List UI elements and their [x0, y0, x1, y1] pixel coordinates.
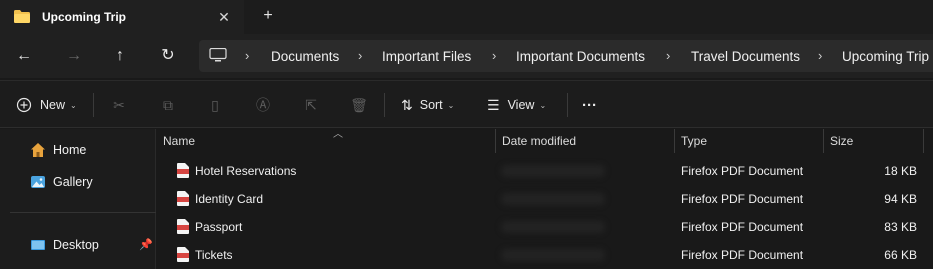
pdf-icon — [177, 163, 189, 178]
file-type: Firefox PDF Document — [681, 164, 804, 178]
new-tab-button[interactable]: + — [258, 6, 278, 26]
pdf-icon — [177, 191, 189, 206]
pdf-icon — [177, 247, 189, 262]
view-label: View — [507, 98, 535, 112]
column-header-label: Size — [830, 134, 854, 148]
file-type: Firefox PDF Document — [681, 248, 804, 262]
delete-icon[interactable]: 🗑 — [348, 94, 370, 116]
file-size: 18 KB — [884, 164, 917, 178]
refresh-button[interactable]: ↻ — [156, 44, 180, 68]
breadcrumb-chevron-icon[interactable]: › — [666, 48, 670, 63]
divider — [567, 93, 568, 117]
home-icon — [31, 143, 45, 157]
table-row[interactable]: Hotel Reservations Firefox PDF Document … — [157, 157, 933, 185]
folder-icon — [14, 10, 30, 23]
back-button[interactable]: ← — [12, 44, 36, 68]
up-button[interactable]: ↑ — [108, 44, 132, 68]
file-list: Name ︿ Date modified Type Size Hotel Res… — [157, 129, 933, 269]
sort-ascending-icon: ︿ — [333, 129, 343, 140]
sidebar-item-home[interactable]: Home — [30, 140, 86, 160]
column-header-label: Type — [681, 134, 708, 148]
copy-icon[interactable]: ⧉ — [157, 94, 179, 116]
tab-title: Upcoming Trip — [42, 10, 126, 24]
sort-button[interactable]: ⇅ Sort ⌄ — [401, 95, 454, 115]
close-tab-icon[interactable]: ✕ — [214, 7, 234, 27]
address-bar[interactable]: › Documents › Important Files › Importan… — [199, 40, 933, 72]
column-header-date-modified[interactable]: Date modified — [496, 129, 675, 153]
navigation-pane: Home Gallery Desktop 📌 — [0, 129, 156, 269]
command-bar: New ⌄ ✂ ⧉ ▯ Ⓐ ⇱ 🗑 ⇅ Sort ⌄ ☰ View ⌄ ··· — [0, 80, 933, 128]
date-modified-redacted — [501, 193, 605, 205]
breadcrumb-chevron-icon[interactable]: › — [818, 48, 822, 63]
file-size: 94 KB — [884, 192, 917, 206]
sort-icon: ⇅ — [401, 96, 413, 113]
sidebar-item-gallery[interactable]: Gallery — [30, 172, 93, 192]
chevron-down-icon: ⌄ — [70, 100, 77, 110]
this-pc-icon — [209, 48, 227, 62]
breadcrumb-documents[interactable]: Documents — [271, 49, 339, 64]
divider — [384, 93, 385, 117]
breadcrumb-travel-documents[interactable]: Travel Documents — [691, 49, 800, 64]
chevron-down-icon: ⌄ — [539, 100, 547, 110]
forward-button[interactable]: → — [62, 44, 86, 68]
cut-icon[interactable]: ✂ — [108, 94, 130, 116]
file-name: Hotel Reservations — [195, 164, 297, 178]
file-name: Passport — [195, 220, 243, 234]
more-options-button[interactable]: ··· — [582, 95, 597, 115]
rename-icon[interactable]: Ⓐ — [252, 94, 274, 116]
new-button[interactable]: New ⌄ — [16, 95, 77, 115]
pdf-icon — [177, 219, 189, 234]
chevron-down-icon: ⌄ — [447, 100, 455, 110]
sidebar-item-label: Desktop — [53, 238, 99, 252]
file-type: Firefox PDF Document — [681, 220, 804, 234]
date-modified-redacted — [501, 221, 605, 233]
view-icon: ☰ — [487, 96, 500, 113]
breadcrumb-chevron-icon[interactable]: › — [245, 48, 249, 63]
file-name: Tickets — [195, 248, 233, 262]
table-row[interactable]: Passport Firefox PDF Document 83 KB — [157, 213, 933, 241]
share-icon[interactable]: ⇱ — [300, 94, 322, 116]
column-header-label: Date modified — [502, 134, 577, 148]
breadcrumb-important-files[interactable]: Important Files — [382, 49, 471, 64]
view-button[interactable]: ☰ View ⌄ — [487, 95, 546, 115]
paste-icon[interactable]: ▯ — [204, 94, 226, 116]
desktop-icon — [31, 240, 45, 250]
file-type: Firefox PDF Document — [681, 192, 804, 206]
sidebar-item-label: Gallery — [53, 175, 93, 189]
date-modified-redacted — [501, 165, 605, 177]
table-row[interactable]: Identity Card Firefox PDF Document 94 KB — [157, 185, 933, 213]
column-header-name[interactable]: Name — [157, 129, 496, 153]
plus-circle-icon — [16, 97, 32, 113]
column-header-label: Name — [163, 134, 196, 148]
file-size: 83 KB — [884, 220, 917, 234]
date-modified-redacted — [501, 249, 605, 261]
file-name: Identity Card — [195, 192, 264, 206]
breadcrumb-upcoming-trip[interactable]: Upcoming Trip — [842, 49, 929, 64]
breadcrumb-chevron-icon[interactable]: › — [358, 48, 362, 63]
divider — [93, 93, 94, 117]
sidebar-item-desktop[interactable]: Desktop — [30, 235, 99, 255]
column-header-size[interactable]: Size — [824, 129, 924, 153]
breadcrumb-chevron-icon[interactable]: › — [492, 48, 496, 63]
file-size: 66 KB — [884, 248, 917, 262]
tab-upcoming-trip[interactable]: Upcoming Trip ✕ — [0, 0, 244, 34]
tab-strip: Upcoming Trip ✕ + — [0, 0, 933, 34]
pin-icon[interactable]: 📌 — [139, 238, 153, 251]
breadcrumb-important-documents[interactable]: Important Documents — [516, 49, 645, 64]
new-label: New — [40, 98, 66, 112]
divider — [10, 212, 156, 213]
column-header-type[interactable]: Type — [675, 129, 824, 153]
sidebar-item-label: Home — [53, 143, 87, 157]
table-row[interactable]: Tickets Firefox PDF Document 66 KB — [157, 241, 933, 269]
gallery-icon — [31, 176, 45, 188]
sort-label: Sort — [419, 98, 443, 112]
